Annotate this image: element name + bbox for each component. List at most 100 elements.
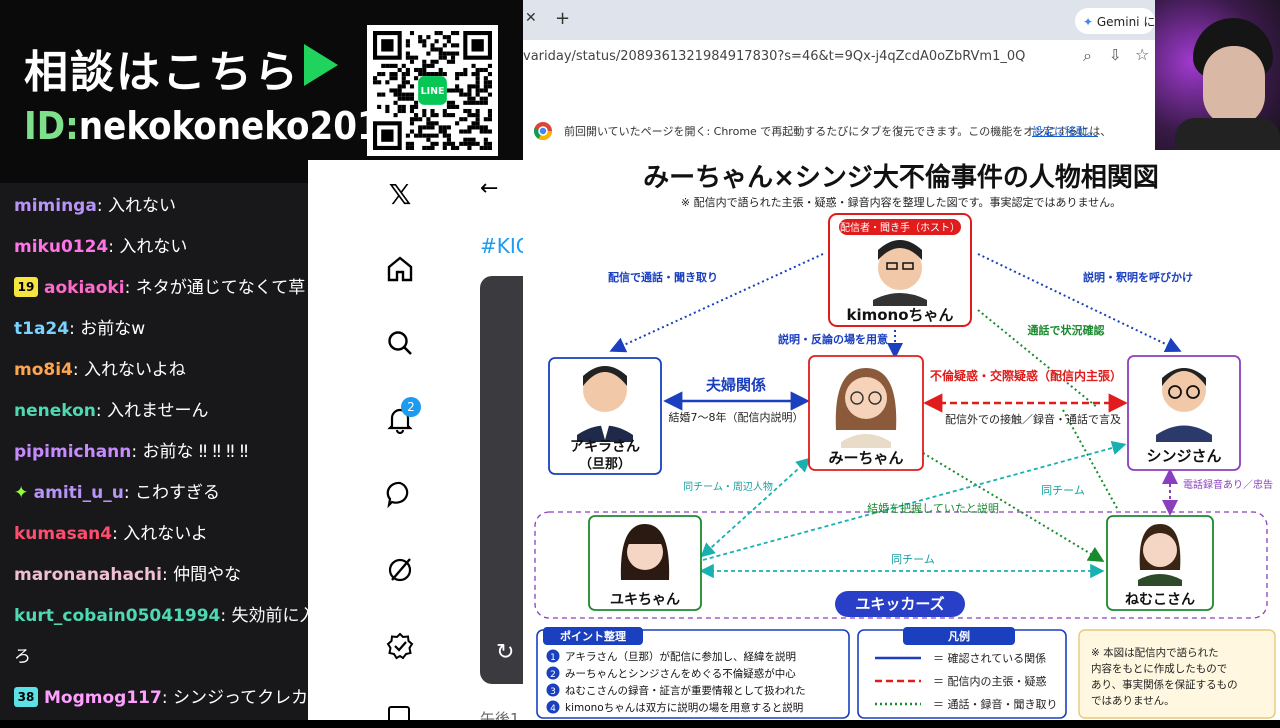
chat-message: 38 Mogmog117: シンジってクレカ: [14, 683, 308, 708]
chat-username[interactable]: amiti_u_u: [34, 483, 124, 503]
url-text: variday/status/2089361321984917830?s=46&…: [523, 49, 1026, 64]
chat-username[interactable]: kurt_cobain05041994: [14, 606, 220, 626]
banner-title: 相談はこちら: [24, 47, 300, 98]
back-arrow-icon[interactable]: ←: [480, 176, 498, 201]
label-team1: 同チーム・周辺人物: [683, 480, 773, 493]
sub-badge-icon: 19: [14, 277, 38, 297]
contact-banner: 相談はこちら ID:nekokoneko2018 LINE: [0, 0, 523, 183]
banner-id: ID:nekokoneko2018: [24, 104, 405, 148]
label-call: 配信で通話・聞き取り: [608, 270, 718, 284]
chat-message: kurt_cobain05041994: 失効前に入: [14, 601, 308, 626]
legend-panel: 凡例 ＝ 確認されている関係 ＝ 配信内の主張・疑惑 ＝ 通話・録音・聞き取り: [857, 627, 1067, 719]
point-number: 2: [550, 670, 556, 680]
node-yuki: ユキちゃん: [588, 515, 702, 611]
chat-text: 失効前に入: [231, 606, 308, 626]
chat-username[interactable]: aokiaoki: [44, 278, 125, 298]
search-icon[interactable]: [384, 327, 416, 359]
more-icon[interactable]: [388, 706, 410, 728]
close-tab-icon[interactable]: ✕: [525, 10, 537, 26]
chat-text: お前なw: [80, 319, 146, 339]
chat-message: miku0124: 入れない: [14, 237, 188, 257]
chat-username[interactable]: Mogmog117: [44, 688, 162, 708]
x-logo-icon[interactable]: 𝕏: [384, 178, 416, 211]
svg-text:アキラさん: アキラさん: [570, 439, 640, 455]
edge-team1: [700, 457, 811, 558]
chat-message: 19 aokiaoki: ネタが通じてなくて草: [14, 273, 305, 298]
chat-text: シンジってクレカ: [172, 688, 308, 708]
svg-text:ポイント整理: ポイント整理: [560, 629, 626, 643]
point-item: kimonoちゃんは双方に説明の場を用意すると説明: [565, 701, 803, 714]
verified-icon[interactable]: [384, 630, 416, 662]
chat-message: ✦ amiti_u_u: こわすぎる: [14, 483, 220, 503]
zoom-icon[interactable]: ⌕: [1083, 46, 1092, 66]
node-kimono: 配信者・聞き手（ホスト） kimonoちゃん: [828, 213, 972, 327]
x-main-column: ← #KIC ↻ 午後1: [458, 160, 528, 720]
line-logo-text: LINE: [421, 86, 445, 97]
node-nemuko: ねむこさん: [1106, 515, 1214, 611]
point-item: みーちゃんとシンジさんをめぐる不倫疑惑が中心: [565, 667, 796, 680]
tab-bar: ✕ + ✦ Gemini に相: [523, 0, 1155, 40]
label-status: 通話で状況確認: [1028, 323, 1105, 337]
chrome-icon: [533, 122, 552, 141]
webcam-overlay: [1155, 0, 1280, 155]
chat-username[interactable]: miminga: [14, 196, 97, 216]
svg-text:凡例: 凡例: [948, 629, 970, 643]
new-tab-icon[interactable]: +: [555, 8, 570, 29]
node-mii: みーちゃん: [808, 355, 924, 471]
chat-text: 入れないよ: [123, 524, 208, 544]
point-number: 1: [550, 653, 556, 663]
grok-icon[interactable]: [384, 554, 416, 586]
label-affair: 不倫疑惑・交際疑惑（配信内主張）: [930, 368, 1122, 383]
svg-text:みーちゃん: みーちゃん: [828, 449, 903, 467]
chat-text: ろ: [14, 647, 31, 667]
chat-username[interactable]: pipimichann: [14, 442, 131, 462]
point-number: 4: [550, 704, 556, 714]
replay-icon[interactable]: ↻: [496, 640, 514, 665]
svg-text:ユキちゃん: ユキちゃん: [610, 592, 680, 608]
chat-text: 入れませーん: [107, 401, 209, 421]
chat-username[interactable]: nenekon: [14, 401, 96, 421]
chat-username[interactable]: maronanahachi: [14, 565, 162, 585]
hashtag-link[interactable]: #KIC: [480, 234, 528, 258]
chat-text: 入れない: [119, 237, 188, 257]
point-item: ねむこさんの録音・証言が重要情報として扱われた: [565, 684, 806, 697]
address-bar[interactable]: variday/status/2089361321984917830?s=46&…: [523, 40, 1155, 76]
infobar-text: 前回開いていたページを開く: Chrome で再起動するたびにタブを復元できます…: [564, 125, 1112, 138]
svg-text:（旦那）: （旦那）: [579, 456, 631, 472]
svg-text:配信者・聞き手（ホスト）: 配信者・聞き手（ホスト）: [840, 221, 960, 234]
chat-text: 入れない: [107, 196, 176, 216]
label-knew: 結婚を把握していたと説明: [867, 501, 999, 515]
label-team2: 同チーム: [891, 553, 935, 566]
chat-text: 仲間やな: [173, 565, 242, 585]
gemini-button[interactable]: ✦ Gemini に相: [1075, 8, 1155, 34]
post-time: 午後1: [480, 710, 520, 720]
qr-code-icon: LINE: [367, 25, 498, 156]
group-label: ユキッカーズ: [855, 595, 944, 613]
chat-message: miminga: 入れない: [14, 196, 176, 216]
chat-username[interactable]: miku0124: [14, 237, 108, 257]
relationship-diagram: みーちゃん×シンジ大不倫事件の人物相関図 ※ 配信内で語られた主張・疑惑・録音内…: [523, 150, 1280, 720]
svg-text:シンジさん: シンジさん: [1146, 447, 1221, 465]
label-record: 電話録音あり／忠告: [1183, 478, 1273, 491]
bookmark-star-icon[interactable]: ☆: [1135, 45, 1149, 64]
home-icon[interactable]: [384, 253, 416, 285]
svg-text:ねむこさん: ねむこさん: [1125, 592, 1195, 608]
label-contact: 配信外での接触／録音・通話で言及: [945, 412, 1121, 426]
video-preview[interactable]: [480, 276, 528, 684]
settings-link[interactable]: 設定に移動。: [1032, 123, 1098, 139]
label-explain: 説明・釈明を呼びかけ: [1083, 270, 1193, 284]
chat-message: nenekon: 入れませーん: [14, 401, 209, 421]
chat-message: pipimichann: お前な ‼ ‼ ‼ ‼: [14, 442, 249, 462]
messages-icon[interactable]: [384, 478, 416, 510]
install-icon[interactable]: ⇩: [1109, 46, 1122, 64]
svg-text:kimonoちゃん: kimonoちゃん: [846, 306, 953, 324]
chat-username[interactable]: t1a24: [14, 319, 69, 339]
chat-text: お前な ‼ ‼ ‼ ‼: [142, 442, 249, 462]
chat-username[interactable]: mo8i4: [14, 360, 73, 380]
point-item: アキラさん（旦那）が配信に参加し、経緯を説明: [565, 650, 796, 663]
chat-message: ろ: [14, 642, 31, 667]
node-akira: アキラさん （旦那）: [548, 357, 662, 475]
chat-username[interactable]: kumasan4: [14, 524, 112, 544]
chat-message: mo8i4: 入れないよね: [14, 360, 186, 380]
person-face: [1203, 46, 1265, 126]
